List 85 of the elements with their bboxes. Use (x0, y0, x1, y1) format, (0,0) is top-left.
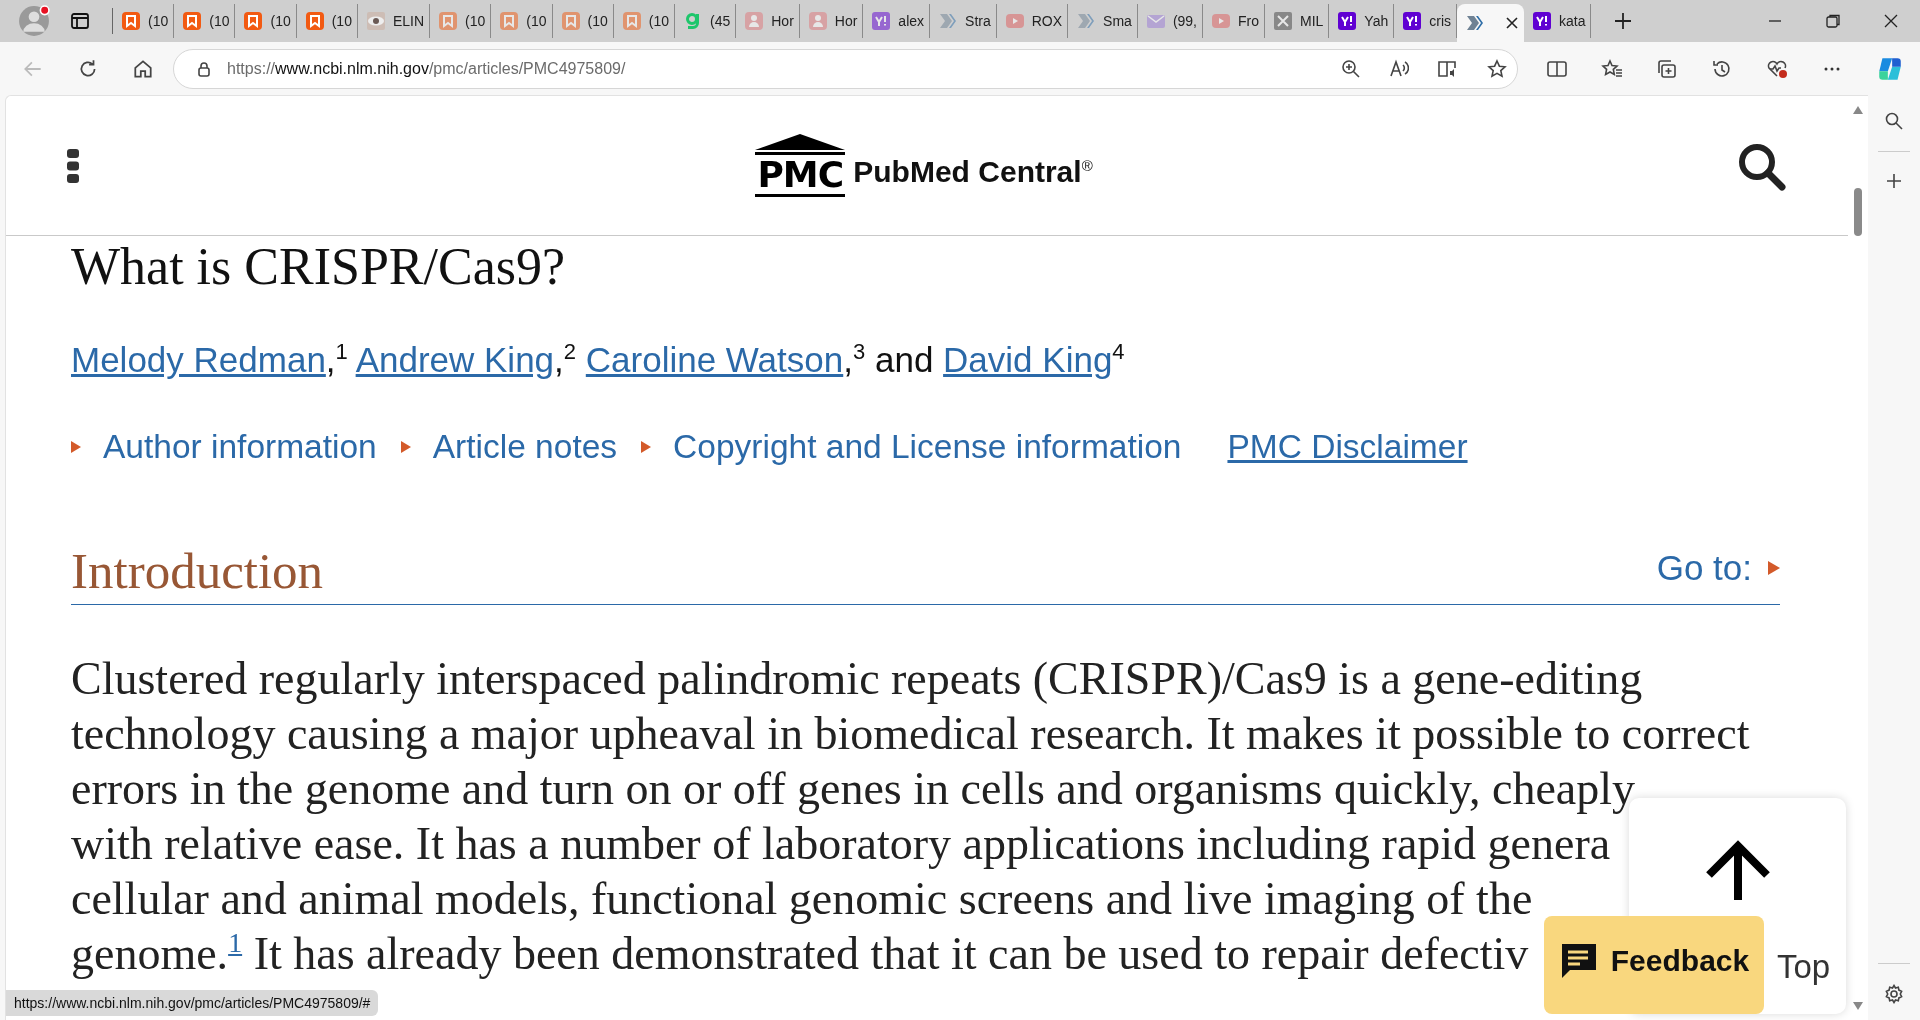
browser-tab[interactable]: cris (1394, 4, 1457, 38)
lock-icon (196, 60, 212, 77)
browser-tab[interactable]: ROX (996, 4, 1069, 38)
browser-tab[interactable]: MIL (1265, 4, 1330, 38)
book-icon[interactable] (1437, 58, 1459, 79)
browser-tab[interactable]: Hor (799, 4, 864, 38)
paragraph-line: Clustered regularly interspaced palindromic repeats (CRISPR)/Cas9 is a gene-editing (71, 651, 1643, 706)
logo-text: PMC (755, 156, 846, 197)
site-name: PubMed Central$^{®}$ (853, 155, 1093, 189)
disclaimer-link[interactable]: PMC Disclaimer (1227, 427, 1468, 466)
affiliation-number: 4 (1112, 339, 1125, 364)
footnote-link[interactable]: 1 (228, 927, 243, 959)
goto-link[interactable]: Go to: (1656, 547, 1752, 588)
author-link[interactable]: Caroline Watson (585, 339, 844, 379)
heart-icon[interactable] (1766, 58, 1788, 79)
browser-tab[interactable]: (10 (613, 4, 675, 38)
caret-icon (1768, 560, 1780, 575)
roof-icon (753, 134, 848, 156)
scroll-down-icon[interactable] (1853, 1002, 1863, 1010)
close-icon[interactable] (1505, 16, 1519, 30)
paragraph-line: technology causing a major upheaval in biomedical research. It makes it possible to correct (71, 706, 1750, 761)
browser-tab[interactable]: Hor (736, 4, 800, 38)
paragraph-line: genome.$^{1}$ It has already been demonstrated that it can be used to repair defectiv (71, 926, 1529, 981)
paragraph-line: errors in the genome and turn on or off genes in cells and organisms quickly, cheaply (71, 761, 1636, 816)
browser-tab[interactable]: (10 (174, 4, 236, 38)
browser-tab[interactable]: (45 (675, 4, 737, 38)
restore-icon[interactable] (1825, 13, 1841, 29)
close-icon[interactable] (1883, 13, 1899, 29)
split-screen-icon[interactable] (1546, 58, 1568, 79)
menu-icon[interactable] (66, 147, 80, 184)
separator-text: , (554, 339, 564, 379)
scrollbar-thumb[interactable] (1854, 188, 1862, 236)
address-bar[interactable]: https://www.ncbi.nlm.nih.gov/pmc/articles/PMC4975809/ (173, 48, 1518, 89)
back-to-top-link[interactable]: Top (1777, 948, 1831, 986)
affiliation-number: 1 (335, 339, 348, 364)
add-icon[interactable] (1885, 172, 1903, 190)
browser-tab[interactable]: (10 (552, 4, 614, 38)
search-icon[interactable] (1884, 111, 1904, 131)
browser-tab[interactable]: (10 (113, 4, 175, 38)
toggle-link[interactable]: Author information (103, 427, 377, 466)
author-link[interactable]: David King (943, 339, 1113, 379)
browser-tab[interactable]: (10 (491, 4, 553, 38)
caret-icon (71, 440, 81, 453)
author-link[interactable]: Andrew King (355, 339, 555, 379)
caret-icon (400, 440, 411, 453)
collections-icon[interactable] (1656, 58, 1678, 79)
profile-icon[interactable] (18, 5, 50, 37)
toggle-link[interactable]: Copyright and License information (673, 427, 1182, 466)
status-url-tooltip: https://www.ncbi.nlm.nih.gov/pmc/articles/PMC4975809/# (6, 990, 379, 1016)
paragraph-line: with relative ease. It has a number of laboratory applications including rapid genera (71, 816, 1611, 871)
zoom-icon[interactable] (1341, 58, 1361, 79)
url-text: https://www.ncbi.nlm.nih.gov/pmc/articles/PMC4975809/ (227, 59, 626, 78)
browser-tab[interactable]: (10 (430, 4, 492, 38)
browser-tab[interactable]: kata (1524, 4, 1592, 38)
scroll-up-icon[interactable] (1853, 106, 1863, 114)
browser-tab[interactable]: ELIN (357, 4, 431, 38)
favorites-icon[interactable] (1601, 58, 1623, 79)
section-heading: Introduction (71, 541, 324, 600)
conjunction-text: and (874, 339, 934, 379)
toggle-link[interactable]: Article notes (432, 427, 618, 466)
history-icon[interactable] (1711, 58, 1733, 79)
browser-tab[interactable]: Stra (930, 4, 997, 38)
browser-tab[interactable]: Fro (1203, 4, 1265, 38)
tab-actions-icon[interactable] (70, 11, 90, 31)
affiliation-number: 3 (852, 339, 866, 364)
browser-tab[interactable]: (10 (235, 4, 297, 38)
read-aloud-icon[interactable] (1389, 58, 1409, 79)
browser-tab[interactable]: (99, (1137, 4, 1203, 38)
browser-tab[interactable] (1457, 4, 1524, 42)
star-icon[interactable] (1487, 58, 1507, 79)
browser-tab[interactable]: Yah (1329, 4, 1395, 38)
new-tab-icon[interactable] (1613, 11, 1634, 31)
settings-icon[interactable] (1884, 984, 1904, 1004)
article-title: What is CRISPR/Cas9? (71, 237, 567, 297)
paragraph-line: cellular and animal models, functional genomic screens and live imaging of the (71, 871, 1533, 926)
author-link[interactable]: Melody Redman (71, 339, 326, 379)
browser-tab[interactable]: alex (863, 4, 931, 38)
caret-icon (641, 440, 652, 453)
separator-text: , (843, 339, 853, 379)
browser-tab[interactable]: (10 (296, 4, 358, 38)
separator-text: , (325, 339, 336, 379)
up-arrow-icon[interactable] (1705, 840, 1771, 900)
browser-tab[interactable]: Sma (1068, 4, 1138, 38)
affiliation-number: 2 (563, 339, 577, 364)
feedback-button[interactable]: Feedback (1544, 916, 1764, 1014)
